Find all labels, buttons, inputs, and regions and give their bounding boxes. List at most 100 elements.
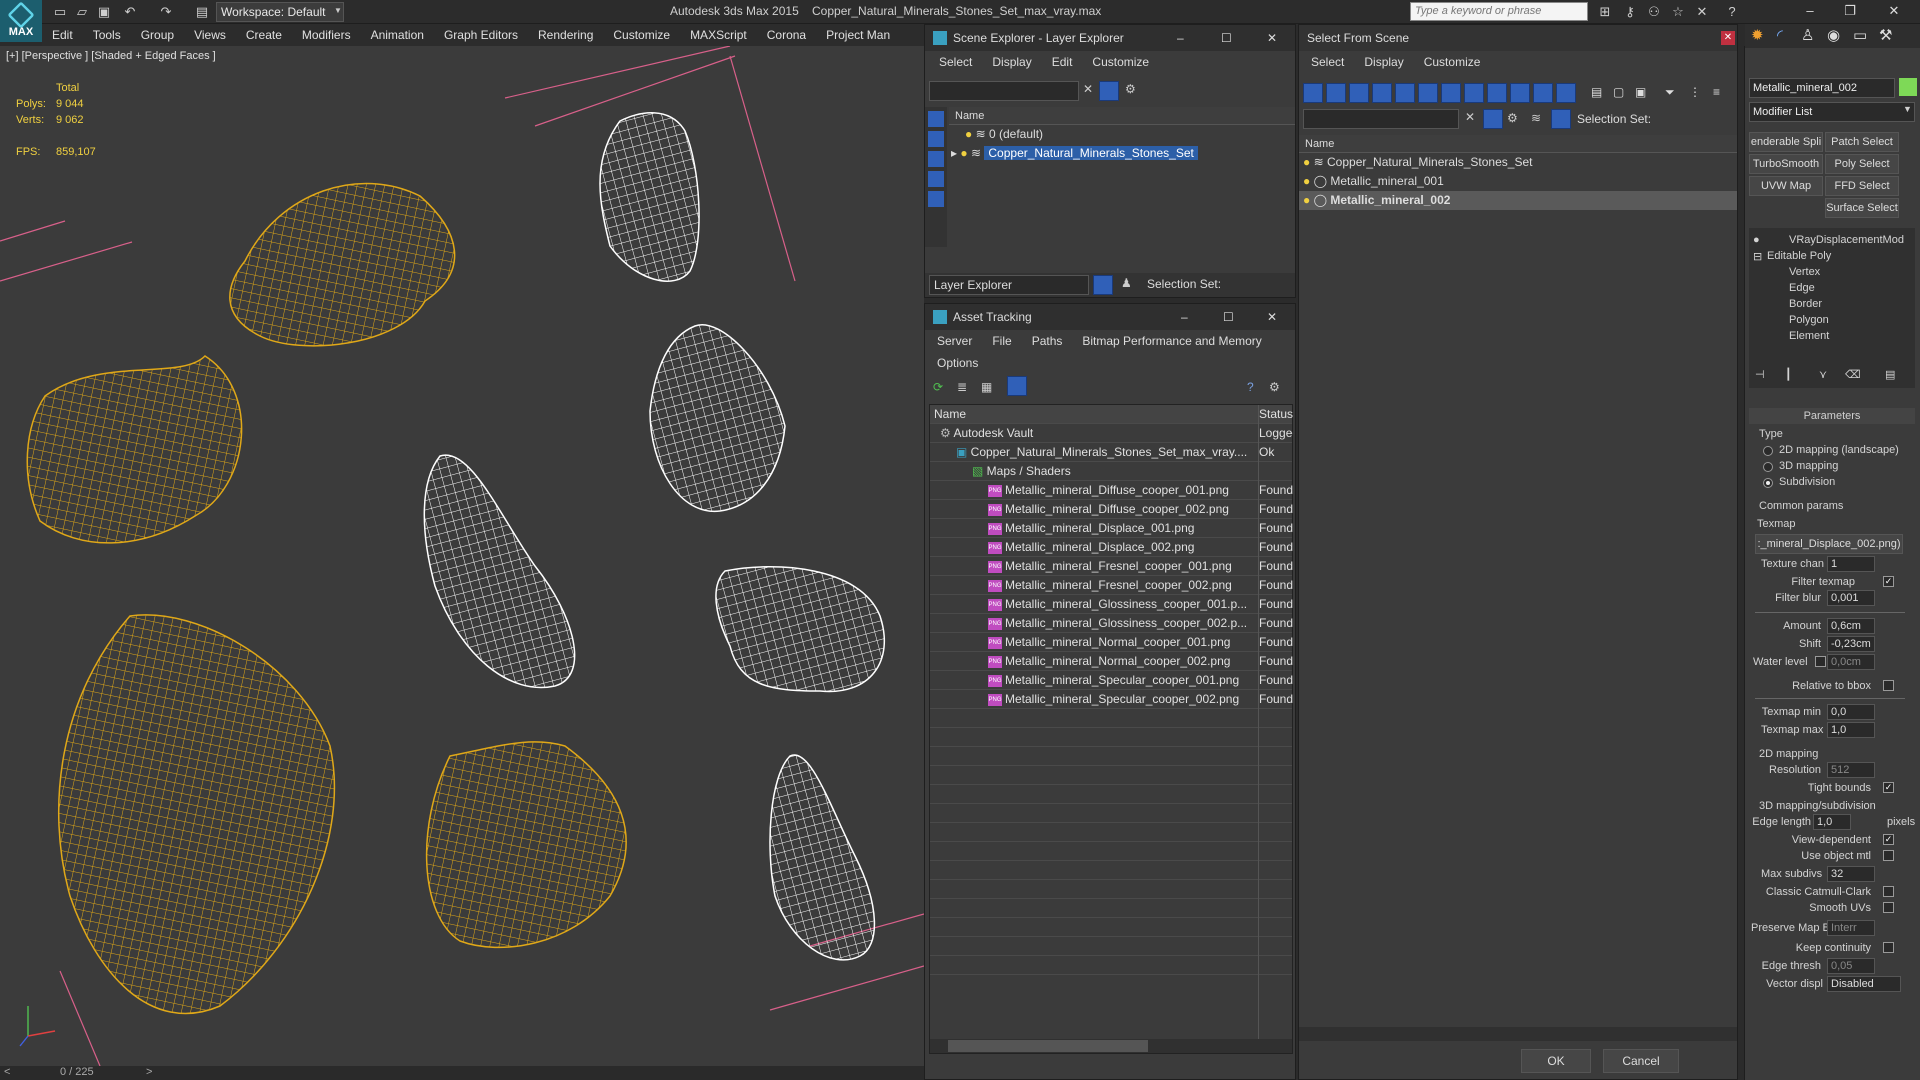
filter-bones-icon[interactable] bbox=[1487, 83, 1507, 103]
object-row[interactable]: ● ≋ Copper_Natural_Minerals_Stones_Set bbox=[1299, 153, 1737, 172]
display-tab-icon[interactable]: ▭ bbox=[1853, 26, 1867, 44]
motion-tab-icon[interactable]: ◉ bbox=[1827, 26, 1840, 44]
lightbulb-icon[interactable]: ● bbox=[1303, 155, 1310, 169]
smooth-uvs-checkbox[interactable] bbox=[1883, 902, 1894, 913]
stack-subitem[interactable]: Edge bbox=[1789, 282, 1815, 294]
utilities-tab-icon[interactable]: ⚒ bbox=[1879, 26, 1892, 44]
lightbulb-icon[interactable]: ● bbox=[965, 127, 972, 141]
column-name[interactable]: Name bbox=[934, 405, 1254, 424]
filter-geometry-icon[interactable] bbox=[1303, 83, 1323, 103]
filter-icon[interactable] bbox=[1099, 81, 1119, 101]
uvw-map-button[interactable]: UVW Map bbox=[1749, 176, 1823, 196]
select-none-icon[interactable]: ▢ bbox=[1613, 85, 1624, 99]
stack-subitem[interactable]: Vertex bbox=[1789, 266, 1820, 278]
parameters-rollout[interactable]: Parameters bbox=[1749, 408, 1915, 424]
undo-icon[interactable]: ↶ bbox=[122, 4, 138, 20]
hierarchy-tab-icon[interactable]: ♙ bbox=[1801, 26, 1814, 44]
asset-tracking-titlebar[interactable]: Asset Tracking – ☐ ✕ bbox=[925, 304, 1295, 330]
perspective-viewport[interactable]: [+] [Perspective ] [Shaded + Edged Faces… bbox=[0, 46, 924, 1066]
close-button[interactable]: ✕ bbox=[1267, 25, 1277, 51]
settings-icon[interactable]: ⚙ bbox=[1269, 380, 1280, 394]
stack-item[interactable]: VRayDisplacementMod bbox=[1789, 234, 1904, 246]
clear-icon[interactable]: ✕ bbox=[1465, 110, 1475, 124]
asset-row[interactable]: PNG Metallic_mineral_Glossiness_cooper_00… bbox=[930, 595, 1293, 614]
show-end-result-icon[interactable]: ┃ bbox=[1785, 368, 1792, 381]
asset-row[interactable]: PNG Metallic_mineral_Diffuse_cooper_001.p… bbox=[930, 481, 1293, 500]
tree-row[interactable]: ● ≋ 0 (default) bbox=[949, 125, 1295, 144]
sfs-search-input[interactable] bbox=[1303, 109, 1459, 129]
amount-spinner[interactable]: 0,6cm bbox=[1827, 618, 1875, 634]
water-level-checkbox[interactable] bbox=[1815, 656, 1826, 667]
filter-containers-icon[interactable] bbox=[1510, 83, 1530, 103]
filter-xrefs-icon[interactable] bbox=[1464, 83, 1484, 103]
search-input[interactable]: Type a keyword or phrase bbox=[1410, 2, 1588, 21]
expand-arrow-icon[interactable]: ▸ bbox=[951, 146, 957, 160]
filter-blur-spinner[interactable]: 0,001 bbox=[1827, 590, 1875, 606]
lightbulb-icon[interactable]: ● bbox=[960, 146, 967, 160]
poly-select-button[interactable]: Poly Select bbox=[1825, 154, 1899, 174]
column-name[interactable]: Name bbox=[1299, 135, 1737, 153]
menu-customize[interactable]: Customize bbox=[1424, 51, 1481, 73]
menu-display[interactable]: Display bbox=[992, 51, 1031, 73]
pin-stack-icon[interactable]: ⊣ bbox=[1755, 368, 1765, 381]
filter-spacewarps-icon[interactable] bbox=[1418, 83, 1438, 103]
hierarchy-view-icon[interactable] bbox=[1551, 109, 1571, 129]
display-invert-icon[interactable] bbox=[928, 151, 944, 167]
use-object-mtl-checkbox[interactable] bbox=[1883, 850, 1894, 861]
asset-row[interactable]: PNG Metallic_mineral_Specular_cooper_001.… bbox=[930, 671, 1293, 690]
save-file-icon[interactable]: ▣ bbox=[96, 4, 112, 20]
maximize-button[interactable]: ☐ bbox=[1221, 25, 1232, 51]
sync-icon[interactable]: ⚙ bbox=[1507, 111, 1518, 125]
asset-row[interactable]: PNG Metallic_mineral_Displace_002.png Foun… bbox=[930, 538, 1293, 557]
texmap-min-spinner[interactable]: 0,0 bbox=[1827, 704, 1875, 720]
menu-display[interactable]: Display bbox=[1364, 51, 1403, 73]
column-name[interactable]: Name bbox=[949, 107, 1295, 125]
turbosmooth-button[interactable]: TurboSmooth bbox=[1749, 154, 1823, 174]
menu-rendering[interactable]: Rendering bbox=[528, 24, 603, 46]
help-icon[interactable]: ? bbox=[1724, 4, 1740, 20]
menu-group[interactable]: Group bbox=[131, 24, 184, 46]
clear-icon[interactable]: ✕ bbox=[1083, 82, 1093, 96]
binoculars-icon[interactable]: ⊞ bbox=[1597, 4, 1613, 20]
time-next-button[interactable]: > bbox=[146, 1066, 152, 1078]
relative-bbox-checkbox[interactable] bbox=[1883, 680, 1894, 691]
object-row-selected[interactable]: ● ◯ Metallic_mineral_002 bbox=[1299, 191, 1737, 210]
asset-row[interactable]: ▣ Copper_Natural_Minerals_Stones_Set_max… bbox=[930, 443, 1292, 462]
star-icon[interactable]: ☆ bbox=[1670, 4, 1686, 20]
select-from-scene-titlebar[interactable]: Select From Scene ✕ bbox=[1299, 25, 1737, 51]
asset-row[interactable]: PNG Metallic_mineral_Fresnel_cooper_001.p… bbox=[930, 557, 1293, 576]
asset-row[interactable]: PNG Metallic_mineral_Fresnel_cooper_002.p… bbox=[930, 576, 1293, 595]
radio-3d-mapping[interactable] bbox=[1763, 462, 1773, 472]
horizontal-scrollbar[interactable] bbox=[1299, 1027, 1737, 1041]
keep-continuity-checkbox[interactable] bbox=[1883, 942, 1894, 953]
column-status[interactable]: Status bbox=[1259, 405, 1293, 424]
asset-row[interactable]: PNG Metallic_mineral_Normal_cooper_002.pn… bbox=[930, 652, 1293, 671]
close-button[interactable]: ✕ bbox=[1721, 31, 1735, 45]
asset-row[interactable]: PNG Metallic_mineral_Normal_cooper_001.pn… bbox=[930, 633, 1293, 652]
menu-graph-editors[interactable]: Graph Editors bbox=[434, 24, 528, 46]
lightbulb-icon[interactable]: ● bbox=[1303, 193, 1310, 207]
edge-thresh-spinner[interactable]: 0,05 bbox=[1827, 958, 1875, 974]
radio-2d-mapping[interactable] bbox=[1763, 446, 1773, 456]
project-icon[interactable]: ▤ bbox=[194, 4, 210, 20]
menu-customize[interactable]: Customize bbox=[603, 24, 680, 46]
filter-icon[interactable] bbox=[1483, 109, 1503, 129]
close-x-icon[interactable]: ✕ bbox=[1694, 4, 1710, 20]
patch-select-button[interactable]: Patch Select bbox=[1825, 132, 1899, 152]
select-all-icon[interactable]: ▤ bbox=[1591, 85, 1602, 99]
new-file-icon[interactable]: ▭ bbox=[52, 4, 68, 20]
surface-select-button[interactable]: Surface Select bbox=[1825, 198, 1899, 218]
asset-row[interactable]: ⚙ Autodesk VaultLogged bbox=[930, 424, 1293, 443]
max-subdivs-spinner[interactable]: 32 bbox=[1827, 866, 1875, 882]
stack-subitem[interactable]: Border bbox=[1789, 298, 1822, 310]
texture-chan-spinner[interactable]: 1 bbox=[1827, 556, 1875, 572]
configure-sets-icon[interactable]: ▤ bbox=[1885, 368, 1895, 381]
explorer-type-dropdown[interactable]: Layer Explorer bbox=[929, 275, 1089, 295]
layers-icon[interactable] bbox=[928, 191, 944, 207]
menu-modifiers[interactable]: Modifiers bbox=[292, 24, 361, 46]
asset-row[interactable]: PNG Metallic_mineral_Glossiness_cooper_00… bbox=[930, 614, 1293, 633]
create-tab-icon[interactable]: ✹ bbox=[1751, 26, 1764, 44]
time-prev-button[interactable]: < bbox=[4, 1066, 10, 1078]
time-slider[interactable]: < 0 / 225 > bbox=[0, 1066, 924, 1080]
menu-paths[interactable]: Paths bbox=[1032, 330, 1063, 352]
